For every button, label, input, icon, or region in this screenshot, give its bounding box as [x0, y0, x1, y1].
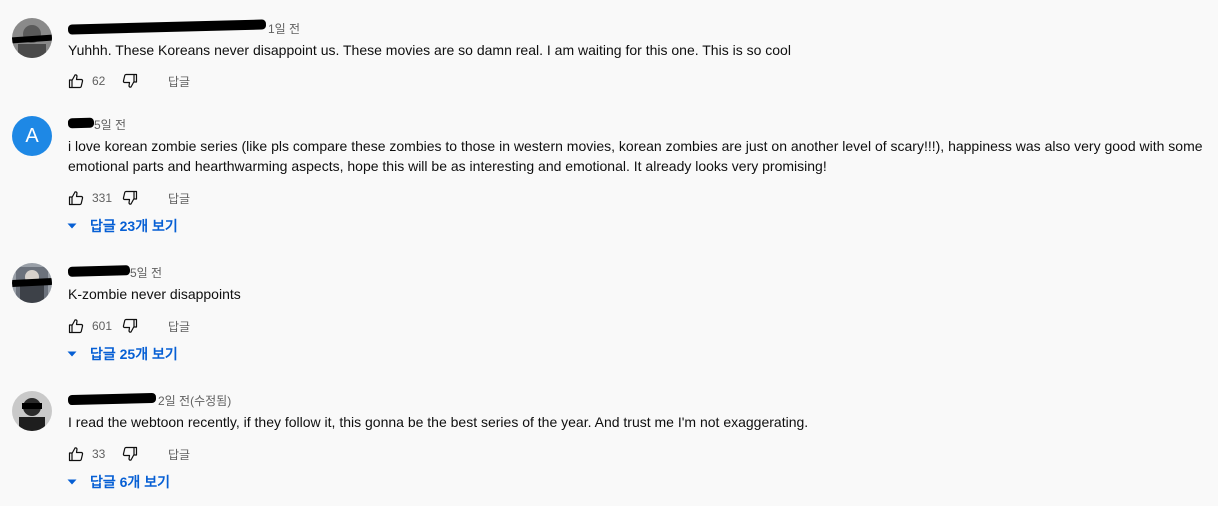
dislike-button[interactable]	[122, 446, 138, 462]
comment-time: 5일 전	[94, 118, 127, 132]
thumbs-down-icon	[122, 73, 138, 88]
like-button[interactable]	[68, 318, 84, 334]
like-button[interactable]	[68, 190, 84, 206]
comment-text: i love korean zombie series (like pls co…	[68, 138, 1203, 174]
view-replies-label: 답글 25개 보기	[90, 346, 178, 362]
thumbs-up-icon	[68, 447, 84, 462]
reply-button[interactable]: 답글	[168, 190, 190, 207]
comment-time: 1일 전	[268, 22, 301, 36]
comment-text: K-zombie never disappoints	[68, 286, 241, 302]
reply-button[interactable]: 답글	[168, 446, 190, 463]
like-button[interactable]	[68, 446, 84, 462]
avatar-photo-icon	[12, 263, 52, 303]
reply-button[interactable]: 답글	[168, 73, 190, 90]
avatar[interactable]: A	[12, 116, 52, 156]
reply-button[interactable]: 답글	[168, 318, 190, 335]
dislike-button[interactable]	[122, 190, 138, 206]
view-replies-button[interactable]: 답글 25개 보기	[66, 344, 178, 364]
comment-time: 2일 전(수정됨)	[158, 394, 232, 408]
dislike-button[interactable]	[122, 318, 138, 334]
caret-down-icon	[67, 479, 77, 485]
caret-down-icon	[67, 351, 77, 357]
dislike-button[interactable]	[122, 73, 138, 89]
like-count: 33	[92, 447, 106, 461]
redacted-author-name	[67, 265, 131, 277]
avatar-photo-icon	[12, 391, 52, 431]
view-replies-label: 답글 6개 보기	[90, 474, 170, 490]
avatar[interactable]	[12, 391, 52, 431]
redacted-author-name	[67, 117, 95, 129]
like-count: 331	[92, 191, 113, 205]
view-replies-button[interactable]: 답글 23개 보기	[66, 216, 178, 236]
like-count: 62	[92, 74, 106, 88]
thumbs-up-icon	[68, 74, 84, 89]
view-replies-button[interactable]: 답글 6개 보기	[66, 472, 170, 492]
view-replies-label: 답글 23개 보기	[90, 218, 178, 234]
thumbs-up-icon	[68, 319, 84, 334]
redacted-author-name	[67, 392, 157, 406]
avatar-letter: A	[25, 124, 39, 147]
thumbs-down-icon	[122, 190, 138, 205]
thumbs-down-icon	[122, 446, 138, 461]
avatar-photo-icon	[12, 18, 52, 58]
comment-time: 5일 전	[130, 266, 163, 280]
like-count: 601	[92, 319, 113, 333]
comment-text: I read the webtoon recently, if they fol…	[68, 414, 809, 430]
like-button[interactable]	[68, 73, 84, 89]
avatar[interactable]	[12, 18, 52, 58]
thumbs-up-icon	[68, 191, 84, 206]
comment-text: Yuhhh. These Koreans never disappoint us…	[68, 42, 791, 58]
thumbs-down-icon	[122, 318, 138, 333]
caret-down-icon	[67, 223, 77, 229]
avatar[interactable]	[12, 263, 52, 303]
redacted-author-name	[67, 19, 267, 35]
